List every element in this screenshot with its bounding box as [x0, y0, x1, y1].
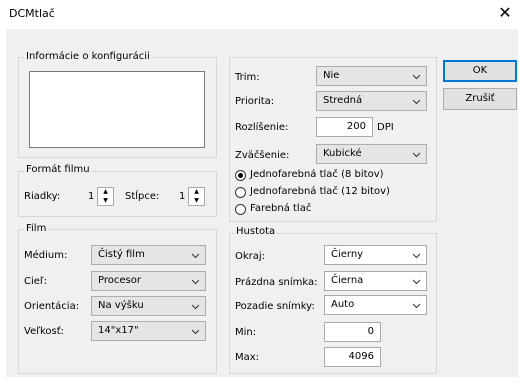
spin-down-icon[interactable]: ▼ — [98, 197, 113, 205]
ok-button[interactable]: OK — [443, 60, 517, 82]
medium-select[interactable]: Čistý film — [91, 245, 206, 265]
radio-mono12[interactable] — [235, 187, 246, 198]
spin-up-icon[interactable]: ▲ — [98, 188, 113, 196]
chevron-down-icon — [413, 279, 420, 285]
chevron-down-icon — [413, 99, 420, 105]
empty-label: Prázdna snímka: — [235, 277, 318, 288]
target-label: Cieľ: — [24, 276, 48, 287]
rows-stepper[interactable]: ▲ ▼ — [97, 187, 114, 206]
cancel-button[interactable]: Zrušiť — [443, 88, 517, 110]
chevron-down-icon — [413, 152, 420, 158]
empty-value: Čierna — [331, 275, 364, 286]
chevron-down-icon — [192, 253, 199, 259]
density-legend: Hustota — [234, 226, 278, 237]
spin-up-icon[interactable]: ▲ — [189, 188, 204, 196]
target-value: Procesor — [98, 275, 141, 286]
max-label: Max: — [235, 352, 260, 363]
orientation-value: Na výšku — [98, 300, 144, 311]
priority-value: Stredná — [323, 95, 363, 106]
cols-value[interactable]: 1 — [179, 191, 185, 202]
min-label: Min: — [235, 327, 257, 338]
radio-color[interactable] — [235, 204, 246, 215]
trim-select[interactable]: Nie — [316, 66, 427, 86]
config-info-legend: Informácie o konfigurácii — [24, 51, 152, 62]
priority-label: Priorita: — [235, 96, 275, 107]
max-value: 4096 — [348, 351, 374, 362]
chevron-down-icon — [192, 304, 199, 310]
chevron-down-icon — [192, 329, 199, 335]
size-label: Veľkosť: — [24, 326, 65, 337]
title-bar: DCMtlač ✕ — [0, 0, 523, 28]
priority-select[interactable]: Stredná — [316, 91, 427, 111]
radio-mono8-label[interactable]: Jednofarebná tlač (8 bitov) — [250, 169, 384, 180]
film-format-legend: Formát filmu — [24, 164, 92, 175]
orientation-select[interactable]: Na výšku — [91, 296, 206, 316]
cols-label: Stĺpce: — [125, 191, 160, 202]
chevron-down-icon — [192, 279, 199, 285]
spin-down-icon[interactable]: ▼ — [189, 197, 204, 205]
max-input[interactable]: 4096 — [324, 347, 381, 367]
empty-select[interactable]: Čierna — [324, 271, 427, 291]
resolution-unit: DPI — [377, 122, 394, 133]
orientation-label: Orientácia: — [24, 301, 80, 312]
chevron-down-icon — [413, 253, 420, 259]
radio-color-label[interactable]: Farebná tlač — [250, 203, 311, 214]
radio-mono12-label[interactable]: Jednofarebná tlač (12 bitov) — [250, 186, 390, 197]
rows-label: Riadky: — [24, 191, 61, 202]
close-icon[interactable]: ✕ — [495, 4, 515, 22]
trim-value: Nie — [323, 70, 340, 81]
bg-label: Pozadie snímky: — [235, 301, 315, 312]
min-value: 0 — [367, 326, 374, 337]
zoom-select[interactable]: Kubické — [316, 144, 427, 164]
chevron-down-icon — [413, 74, 420, 80]
film-legend: Film — [24, 223, 49, 234]
target-select[interactable]: Procesor — [91, 271, 206, 291]
chevron-down-icon — [413, 303, 420, 309]
cols-stepper[interactable]: ▲ ▼ — [188, 187, 205, 206]
window-title: DCMtlač — [9, 7, 55, 20]
resolution-value: 200 — [346, 121, 366, 132]
rows-value[interactable]: 1 — [88, 191, 94, 202]
dialog-body: Informácie o konfigurácii Formát filmu R… — [6, 29, 518, 377]
bg-value: Auto — [331, 299, 355, 310]
border-label: Okraj: — [235, 251, 266, 262]
trim-label: Trim: — [235, 72, 260, 83]
min-input[interactable]: 0 — [324, 322, 381, 342]
medium-label: Médium: — [24, 250, 68, 261]
border-value: Čierny — [331, 249, 364, 260]
resolution-input[interactable]: 200 — [316, 117, 373, 137]
border-select[interactable]: Čierny — [324, 245, 427, 265]
bg-select[interactable]: Auto — [324, 295, 427, 315]
zoom-value: Kubické — [323, 148, 362, 159]
size-select[interactable]: 14"x17" — [91, 321, 206, 341]
config-info-box[interactable] — [29, 71, 205, 148]
radio-mono8[interactable] — [235, 170, 246, 181]
zoom-label: Zväčšenie: — [235, 150, 290, 161]
size-value: 14"x17" — [98, 325, 139, 336]
resolution-label: Rozlíšenie: — [235, 122, 289, 133]
medium-value: Čistý film — [98, 249, 145, 260]
